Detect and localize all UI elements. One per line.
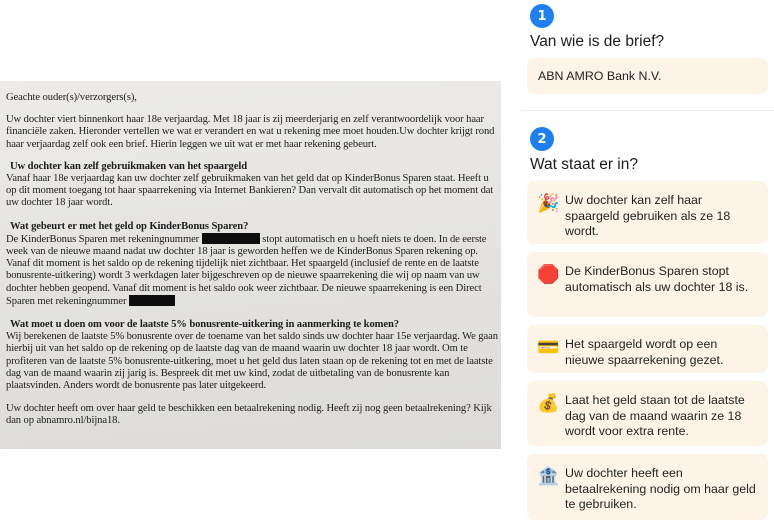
letter-section-bonusrente: Wat moet u doen om voor de laatste 5% bo… bbox=[6, 319, 499, 392]
sender-name: ABN AMRO Bank N.V. bbox=[538, 69, 662, 83]
money-bag-icon: 💰 bbox=[537, 393, 560, 413]
summary-panel: 1 Van wie is de brief? ABN AMRO Bank N.V… bbox=[522, 0, 774, 524]
section-title-contents: Wat staat er in? bbox=[530, 156, 638, 173]
bank-icon: 🏦 bbox=[537, 466, 560, 486]
letter-image: Geachte ouder(s)/verzorgers(s), Uw docht… bbox=[0, 81, 501, 449]
letter-section-spaargeld: Uw dochter kan zelf gebruikmaken van het… bbox=[6, 161, 499, 210]
summary-item: 💳 Het spaargeld wordt op een nieuwe spaa… bbox=[527, 325, 768, 373]
letter-section-heading: Wat moet u doen om voor de laatste 5% bo… bbox=[10, 319, 399, 331]
summary-item: 🛑 De KinderBonus Sparen stopt automatisc… bbox=[527, 252, 768, 317]
letter-section-kinderbonus: Wat gebeurt er met het geld op KinderBon… bbox=[6, 221, 499, 308]
letter-section-text: De KinderBonus Sparen met rekeningnummer… bbox=[6, 232, 499, 308]
summary-item-text: De KinderBonus Sparen stopt automatisch … bbox=[565, 264, 749, 294]
summary-item-text: Uw dochter kan zelf haar spaargeld gebru… bbox=[565, 193, 731, 238]
redacted-account-number bbox=[129, 294, 176, 306]
letter-section-heading: Wat gebeurt er met het geld op KinderBon… bbox=[10, 220, 249, 232]
letter-section-text: Vanaf haar 18e verjaardag kan uw dochter… bbox=[6, 173, 494, 209]
letter-text-part: De KinderBonus Sparen met rekeningnummer bbox=[6, 233, 200, 245]
party-popper-icon: 🎉 bbox=[537, 193, 560, 213]
summary-item: 🏦 Uw dochter heeft een betaalrekening no… bbox=[527, 454, 768, 520]
summary-item-text: Laat het geld staan tot de laatste dag v… bbox=[565, 393, 745, 438]
summary-item-text: Uw dochter heeft een betaalrekening nodi… bbox=[565, 466, 756, 511]
redacted-account-number bbox=[201, 232, 260, 244]
divider bbox=[522, 110, 774, 111]
step-badge-1: 1 bbox=[530, 4, 554, 28]
stop-sign-icon: 🛑 bbox=[537, 264, 560, 284]
summary-item-text: Het spaargeld wordt op een nieuwe spaarr… bbox=[565, 337, 724, 367]
credit-card-icon: 💳 bbox=[537, 337, 560, 357]
letter-section-text: Wij berekenen de laatste 5% bonusrente o… bbox=[6, 331, 498, 392]
sender-card: ABN AMRO Bank N.V. bbox=[527, 58, 768, 94]
section-title-sender: Van wie is de brief? bbox=[530, 33, 665, 50]
letter-intro: Uw dochter viert binnenkort haar 18e ver… bbox=[6, 114, 495, 150]
summary-item: 💰 Laat het geld staan tot de laatste dag… bbox=[527, 381, 768, 446]
step-badge-2: 2 bbox=[530, 127, 554, 151]
letter-closing: Uw dochter heeft om over haar geld te be… bbox=[6, 403, 492, 427]
letter-section-heading: Uw dochter kan zelf gebruikmaken van het… bbox=[10, 160, 247, 172]
summary-item: 🎉 Uw dochter kan zelf haar spaargeld geb… bbox=[527, 181, 768, 244]
letter-salutation: Geachte ouder(s)/verzorgers(s), bbox=[6, 92, 137, 103]
